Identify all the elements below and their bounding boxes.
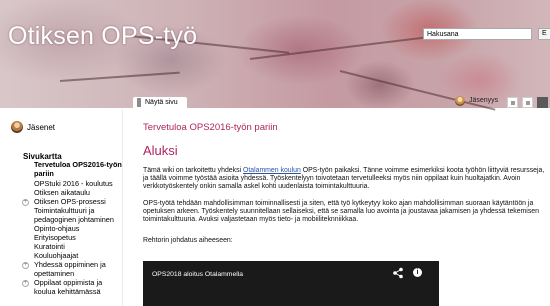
site-title[interactable]: Otiksen OPS-työ bbox=[8, 22, 197, 51]
intro-paragraph: Tämä wiki on tarkoitettu yhdeksi Otalamm… bbox=[143, 167, 547, 192]
edit-icon bbox=[511, 101, 515, 105]
membership-label[interactable]: Jäsenyys bbox=[469, 97, 498, 104]
sidebar-item[interactable]: Yhdessä oppiminen ja opettaminen bbox=[34, 260, 122, 278]
video-title[interactable]: OPS2018 aloitus Otalammella bbox=[152, 271, 243, 278]
expand-icon[interactable]: + bbox=[22, 262, 29, 269]
school-link[interactable]: Otalammen koulun bbox=[243, 167, 301, 174]
header-banner: Otiksen OPS-työ Hakusana E Jäsenyys bbox=[0, 0, 550, 111]
page-icon bbox=[137, 97, 141, 107]
sidebar-item[interactable]: Tervetuloa OPS2016-työn pariin bbox=[34, 160, 122, 178]
members-icon bbox=[11, 121, 23, 133]
tab-view-page[interactable]: Näytä sivu bbox=[133, 97, 187, 109]
comment-button[interactable] bbox=[522, 97, 533, 108]
search-input[interactable]: Hakusana bbox=[423, 28, 532, 40]
edit-button[interactable] bbox=[507, 97, 518, 108]
page-title: Tervetuloa OPS2016-työn pariin bbox=[143, 122, 278, 133]
principal-intro-text: Rehtorin johdatus aiheeseen: bbox=[143, 237, 233, 244]
section-heading: Aluksi bbox=[143, 143, 178, 158]
banner-decoration bbox=[249, 34, 439, 60]
info-icon[interactable]: i bbox=[413, 268, 422, 277]
more-button[interactable] bbox=[537, 97, 548, 108]
user-avatar bbox=[455, 96, 465, 106]
expand-icon[interactable]: + bbox=[22, 199, 29, 206]
search-button[interactable]: E bbox=[538, 28, 550, 40]
members-link[interactable]: Jäsenet bbox=[27, 123, 55, 132]
banner-decoration bbox=[339, 70, 496, 111]
sidebar-item[interactable]: Toimintakulttuuri ja pedagoginen johtami… bbox=[34, 206, 122, 224]
banner-decoration bbox=[59, 71, 180, 82]
sidebar-item[interactable]: Oppilaat oppimista ja koulua kehittämäss… bbox=[34, 278, 122, 296]
video-player[interactable]: OPS2018 aloitus Otalammella i bbox=[143, 261, 439, 306]
expand-icon[interactable]: + bbox=[22, 280, 29, 287]
tab-label: Näytä sivu bbox=[145, 99, 178, 106]
comment-icon bbox=[526, 101, 530, 105]
paragraph-text: Tämä wiki on tarkoitettu yhdeksi bbox=[143, 167, 243, 174]
method-paragraph: OPS-työtä tehdään mahdollisimman toiminn… bbox=[143, 200, 539, 224]
sidebar: Jäsenet Sivukartta Tervetuloa OPS2016-ty… bbox=[0, 109, 123, 306]
share-icon[interactable] bbox=[392, 267, 404, 279]
main-content: Tervetuloa OPS2016-työn pariin Aluksi Tä… bbox=[136, 109, 550, 306]
